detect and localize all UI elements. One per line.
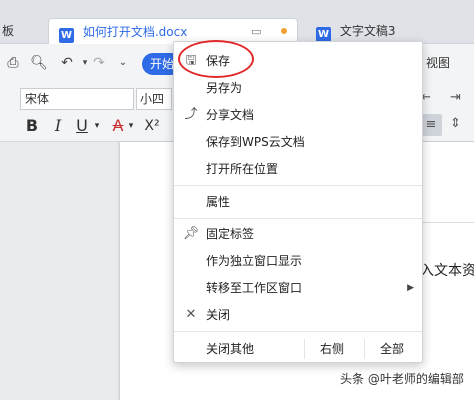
menu-item-close-all[interactable]: 全部 <box>380 335 404 363</box>
pin-icon: 📌︎ <box>182 226 200 241</box>
menu-item-label: 保存 <box>206 54 231 68</box>
customize-dropdown-icon[interactable]: ⌄ <box>112 52 134 74</box>
share-icon: ⤴ <box>184 107 198 122</box>
strikethrough-icon[interactable]: A <box>108 114 128 138</box>
menu-separator <box>174 331 422 332</box>
menu-item-label: 属性 <box>206 195 231 209</box>
page-rule-line <box>420 222 474 223</box>
menu-item-save-as[interactable]: 另存为 <box>174 75 422 101</box>
menu-item-save-to-cloud[interactable]: 保存到WPS云文档 <box>174 129 422 155</box>
tab-view[interactable]: 视图 <box>426 54 450 71</box>
tab-context-menu: 🖫 保存 另存为 ⤴ 分享文档 保存到WPS云文档 打开所在位置 属性 📌︎ 固… <box>173 41 423 363</box>
save-icon: 🖫 <box>185 53 197 68</box>
tab-previous[interactable]: 板 <box>0 18 44 44</box>
word-doc-icon: W <box>59 28 74 43</box>
superscript-icon[interactable]: X² <box>140 114 164 138</box>
close-icon: ✕ <box>185 307 197 322</box>
font-size-select[interactable]: 小四 <box>136 88 172 110</box>
tab-bar: 板 W 如何打开文档.docx ▭ W 文字文稿3 <box>0 0 474 44</box>
outdent-icon[interactable]: ⇥ <box>450 90 461 105</box>
document-text: 入文本资 <box>420 263 474 279</box>
menu-vertical-separator <box>364 339 365 359</box>
tab-previous-label: 板 <box>2 24 15 38</box>
print-preview-icon[interactable]: 🔍︎ <box>28 52 50 74</box>
menu-vertical-separator <box>304 339 305 359</box>
menu-item-close-others[interactable]: 关闭其他 <box>206 335 254 363</box>
underline-dropdown-icon[interactable]: ▾ <box>92 114 102 138</box>
screen-icon[interactable]: ▭ <box>251 25 261 38</box>
print-icon[interactable]: ⎙ <box>2 52 24 74</box>
menu-item-move-to-workspace[interactable]: 转移至工作区窗口 ▶ <box>174 275 422 301</box>
menu-item-label: 固定标签 <box>206 227 255 241</box>
menu-item-separate-window[interactable]: 作为独立窗口显示 <box>174 248 422 274</box>
submenu-arrow-icon: ▶ <box>407 283 414 293</box>
menu-item-label: 关闭 <box>206 308 231 322</box>
tab-other-title: 文字文稿3 <box>339 24 396 38</box>
menu-item-close[interactable]: ✕ 关闭 <box>174 302 422 328</box>
strikethrough-dropdown-icon[interactable]: ▾ <box>126 114 136 138</box>
menu-item-label: 转移至工作区窗口 <box>206 281 303 295</box>
menu-item-properties[interactable]: 属性 <box>174 189 422 215</box>
menu-item-share[interactable]: ⤴ 分享文档 <box>174 102 422 128</box>
underline-icon[interactable]: U <box>72 114 92 138</box>
menu-separator <box>174 185 422 186</box>
redo-icon[interactable]: ↷ <box>88 52 110 74</box>
menu-item-open-location[interactable]: 打开所在位置 <box>174 156 422 182</box>
tab-active-title: 如何打开文档.docx <box>82 25 188 39</box>
menu-close-options: 关闭其他 右侧 全部 <box>174 335 422 363</box>
menu-item-label: 作为独立窗口显示 <box>206 254 303 268</box>
unsaved-indicator-icon <box>281 28 287 34</box>
left-margin-area <box>0 142 120 400</box>
line-spacing-icon[interactable]: ⇕ <box>450 116 461 131</box>
menu-separator <box>174 218 422 219</box>
word-doc-icon: W <box>316 27 331 42</box>
menu-item-label: 分享文档 <box>206 108 255 122</box>
menu-item-pin-tab[interactable]: 📌︎ 固定标签 <box>174 221 422 247</box>
font-name-select[interactable]: 宋体 <box>20 88 134 110</box>
menu-item-label: 另存为 <box>206 81 243 95</box>
bold-icon[interactable]: B <box>22 114 42 138</box>
menu-item-close-right[interactable]: 右侧 <box>320 335 344 363</box>
justify-align-icon[interactable]: ≡ <box>420 114 442 136</box>
menu-item-save[interactable]: 🖫 保存 <box>174 48 422 74</box>
italic-icon[interactable]: I <box>48 114 68 138</box>
watermark: 头条 @叶老师的编辑部 <box>340 372 464 386</box>
menu-item-label: 打开所在位置 <box>206 162 279 176</box>
menu-item-label: 保存到WPS云文档 <box>206 135 305 149</box>
